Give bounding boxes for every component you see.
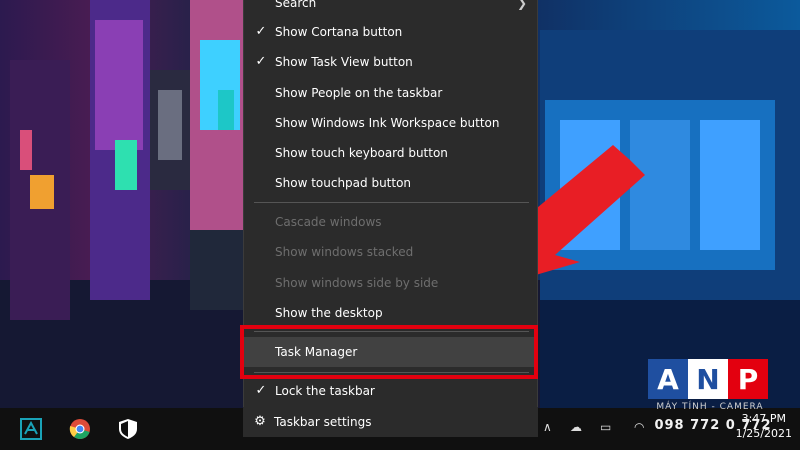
chevron-up-icon[interactable]: ∧ — [543, 420, 552, 434]
menu-item-show-windows-stacked: Show windows stacked — [244, 237, 537, 267]
menu-item-label: Lock the taskbar — [275, 384, 375, 398]
check-icon: ✓ — [255, 24, 267, 39]
menu-item-label: Show the desktop — [275, 306, 383, 320]
menu-item-label: Show Cortana button — [275, 25, 403, 39]
logo-subtitle: MÁY TÍNH - CAMERA — [656, 402, 764, 412]
shield-icon[interactable] — [115, 416, 141, 442]
menu-item-show-cortana-button[interactable]: ✓ Show Cortana button — [244, 17, 537, 47]
battery-icon[interactable]: ▭ — [600, 420, 611, 434]
wifi-icon[interactable]: ◠ — [634, 420, 644, 434]
menu-item-taskbar-settings[interactable]: ⚙ Taskbar settings — [243, 407, 538, 437]
menu-item-show-the-desktop[interactable]: Show the desktop — [244, 298, 537, 328]
logo-letter-n: N — [688, 359, 728, 399]
menu-item-label: Show windows side by side — [275, 276, 439, 290]
menu-item-label: Search — [275, 0, 317, 10]
menu-item-label: Taskbar settings — [274, 415, 372, 429]
anp-logo: A N P — [648, 359, 768, 399]
cloud-icon[interactable]: ☁ — [570, 420, 582, 434]
menu-item-show-windows-side-by-side: Show windows side by side — [244, 268, 537, 298]
menu-item-show-touchpad[interactable]: Show touchpad button — [244, 168, 537, 198]
menu-item-show-task-view-button[interactable]: ✓ Show Task View button — [244, 47, 537, 77]
menu-item-lock-the-taskbar[interactable]: ✓ Lock the taskbar — [244, 376, 537, 406]
menu-item-label: Show People on the taskbar — [275, 86, 443, 100]
menu-item-label: Show Task View button — [275, 55, 413, 69]
highlight-box — [240, 325, 538, 379]
menu-item-label: Show touchpad button — [275, 176, 412, 190]
menu-item-label: Show touch keyboard button — [275, 146, 448, 160]
logo-letter-a: A — [648, 359, 688, 399]
menu-item-show-touch-keyboard[interactable]: Show touch keyboard button — [244, 138, 537, 168]
menu-item-show-people[interactable]: Show People on the taskbar — [244, 78, 537, 108]
menu-item-cascade-windows: Cascade windows — [244, 207, 537, 237]
menu-separator — [254, 202, 529, 203]
menu-item-label: Show windows stacked — [275, 245, 414, 259]
chrome-icon[interactable] — [67, 416, 93, 442]
chevron-right-icon: ❯ — [516, 0, 527, 10]
menu-item-show-windows-ink[interactable]: Show Windows Ink Workspace button — [244, 108, 537, 138]
logo-phone: 098 772 0 772 — [654, 418, 772, 433]
logo-letter-p: P — [728, 359, 768, 399]
gear-icon: ⚙ — [254, 414, 266, 429]
menu-item-search[interactable]: Search ❯ — [244, 0, 537, 18]
check-icon: ✓ — [255, 54, 267, 69]
acrobat-icon[interactable] — [18, 416, 44, 442]
check-icon: ✓ — [255, 383, 267, 398]
menu-item-label: Show Windows Ink Workspace button — [275, 116, 500, 130]
menu-item-label: Cascade windows — [275, 215, 382, 229]
